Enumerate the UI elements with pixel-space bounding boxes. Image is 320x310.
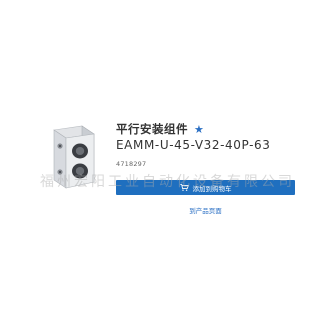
product-card: 平行安装组件 ★ EAMM-U-45-V32-40P-63 4718297 添加… <box>0 0 310 310</box>
product-code[interactable]: EAMM-U-45-V32-40P-63 <box>116 138 271 152</box>
add-to-cart-button[interactable]: 添加到购物车 <box>116 180 295 195</box>
product-page-link[interactable]: 到产品页面 <box>116 205 295 215</box>
product-name[interactable]: 平行安装组件 <box>116 121 188 137</box>
cart-icon <box>179 184 189 191</box>
product-image[interactable] <box>44 124 102 192</box>
star-icon[interactable]: ★ <box>194 124 204 135</box>
add-to-cart-label: 添加到购物车 <box>192 184 232 193</box>
product-name-row: 平行安装组件 ★ <box>116 122 204 136</box>
part-number: 4718297 <box>116 160 147 168</box>
